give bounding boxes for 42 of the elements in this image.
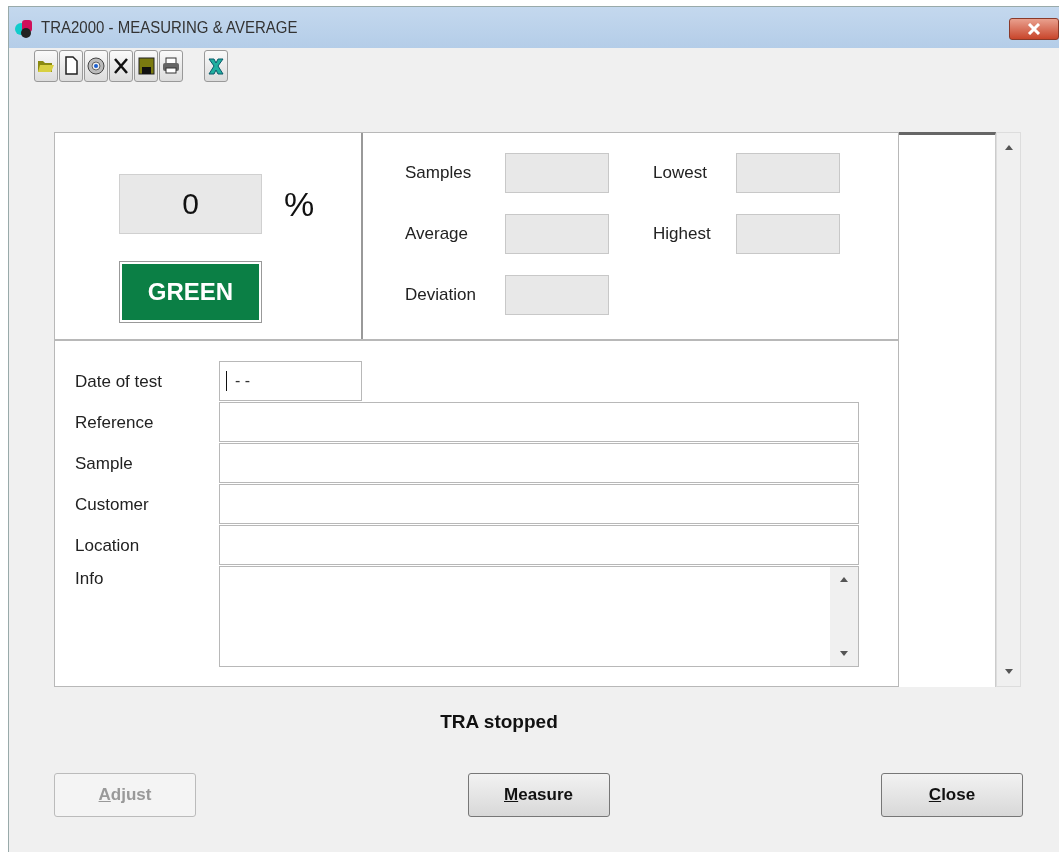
text-cursor: [226, 371, 227, 391]
toolbar-button[interactable]: [134, 50, 158, 82]
text-field[interactable]: [219, 484, 859, 524]
field-label: Info: [75, 568, 105, 590]
text-field[interactable]: [219, 525, 859, 565]
scrollbar[interactable]: [830, 567, 858, 666]
text-field[interactable]: [219, 402, 859, 442]
close-icon: [1027, 23, 1041, 35]
stat-label: Deviation: [405, 285, 477, 305]
field-label: Sample: [75, 453, 134, 475]
text-field[interactable]: [219, 443, 859, 483]
disc-icon: [86, 55, 106, 77]
close-window-button[interactable]: [1009, 18, 1059, 40]
unit-label: %: [284, 184, 316, 224]
scroll-down-arrow-icon[interactable]: [1004, 669, 1013, 674]
printer-icon: [161, 55, 181, 77]
stat-label: Lowest: [653, 163, 708, 183]
status-message: TRA stopped: [439, 711, 559, 733]
status-indicator: GREEN: [122, 264, 259, 320]
dialog-button[interactable]: Measure: [467, 773, 610, 817]
date-field[interactable]: - -: [219, 361, 362, 401]
field-label: Customer: [75, 494, 150, 516]
scrollbar[interactable]: [996, 132, 1021, 687]
stat-label: Samples: [405, 163, 473, 183]
toolbar-button[interactable]: [84, 50, 108, 82]
toolbar-button[interactable]: [109, 50, 133, 82]
scroll-down-arrow-icon[interactable]: [840, 651, 848, 656]
excel-x-icon: [206, 55, 226, 77]
date-value: - -: [235, 372, 251, 390]
toolbar-button[interactable]: [159, 50, 183, 82]
field-label: Location: [75, 535, 141, 557]
field-label: Reference: [75, 412, 155, 434]
window-title: TRA2000 - MEASURING & AVERAGE: [41, 18, 298, 37]
field-label: Date of test: [75, 371, 163, 393]
scroll-up-arrow-icon[interactable]: [840, 577, 848, 582]
dialog-button[interactable]: Close: [881, 773, 1023, 817]
result-value: 0: [119, 174, 262, 234]
scroll-up-arrow-icon[interactable]: [1004, 145, 1013, 150]
toolbar-button[interactable]: [59, 50, 83, 82]
stat-label: Highest: [653, 224, 712, 244]
stat-label: Average: [405, 224, 469, 244]
save-icon: [136, 55, 156, 77]
